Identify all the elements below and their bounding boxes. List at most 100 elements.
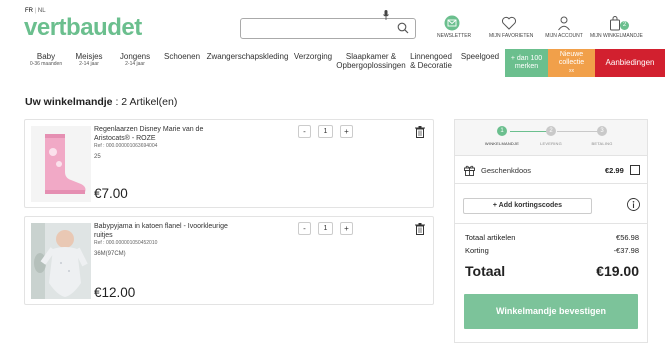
add-discount-code-button[interactable]: + Add kortingscodes (463, 198, 592, 214)
product-image-baby-pyjama[interactable] (31, 223, 91, 299)
nav-label: Speelgoed (460, 52, 500, 61)
product-price: €12.00 (94, 285, 136, 300)
grand-total-row: Totaal €19.00 (465, 263, 639, 279)
logo[interactable]: vertbaudet (24, 14, 142, 42)
trash-icon[interactable] (415, 223, 425, 235)
product-name[interactable]: Regenlaarzen Disney Marie van de Aristoc… (94, 125, 234, 143)
discount-row: Korting -€37.98 (465, 246, 639, 255)
nav-sublabel: 0-36 maanden (29, 61, 63, 67)
checkout-steps: 1 WINKELMANDJE 2 LEVERING 3 BETALING (455, 120, 647, 156)
total-articles-value: €56.98 (616, 233, 639, 242)
nav-item-zwangerschapskleding[interactable]: Zwangerschapskleding (205, 52, 290, 61)
nav-label: Schoenen (163, 52, 201, 61)
nav-label: Baby (36, 52, 56, 61)
main-navigation: Baby 0-36 maanden Meisjes 2-14 jaar Jong… (0, 49, 665, 77)
promo-new-text: Nieuwe collectie (558, 51, 585, 66)
page-title: Uw winkelmandje : 2 Artikel(en) (25, 96, 177, 108)
account-link[interactable]: MIJN ACCOUNT (543, 15, 585, 39)
cart-label: MIJN WINKELMANDJE (590, 33, 643, 39)
nav-item-slaapkamer[interactable]: Slaapkamer & Opbergoplossingen (336, 52, 406, 70)
cart-item: Babypyjama in katoen flanel - Ivoorkleur… (24, 216, 434, 305)
product-name[interactable]: Babypyjama in katoen flanel - Ivoorkleur… (94, 222, 234, 240)
nav-item-schoenen[interactable]: Schoenen (162, 52, 202, 61)
nav-item-linnengoed[interactable]: Linnengoed & Decoratie (407, 52, 455, 70)
account-label: MIJN ACCOUNT (545, 33, 583, 39)
gift-box-checkbox[interactable] (630, 165, 640, 175)
search-input[interactable] (247, 19, 387, 38)
page-title-count: : 2 Artikel(en) (115, 96, 178, 108)
favorites-link[interactable]: MIJN FAVORIETEN (489, 15, 534, 39)
nav-label: Slaapkamer & Opbergoplossingen (336, 52, 406, 70)
newsletter-label: NEWSLETTER (437, 33, 472, 39)
cart-link[interactable]: 2 MIJN WINKELMANDJE (590, 15, 643, 39)
trash-icon[interactable] (415, 126, 425, 138)
nav-promo-new-collection[interactable]: Nieuwe collectie xx (548, 49, 595, 77)
step-label: LEVERING (540, 141, 562, 146)
info-icon[interactable] (627, 198, 640, 211)
grand-total-value: €19.00 (596, 263, 639, 279)
nav-promo-brands[interactable]: + dan 100 merken (505, 49, 548, 77)
step-delivery: 2 LEVERING (526, 126, 576, 146)
product-size: 25 (94, 154, 101, 160)
gift-box-option: Geschenkdoos €2.99 (455, 156, 647, 184)
quantity-stepper: - 1 + (298, 222, 353, 235)
search-icon[interactable] (397, 22, 409, 34)
gift-box-price: €2.99 (605, 166, 624, 175)
quantity-value[interactable]: 1 (318, 222, 333, 235)
nav-promo-deals[interactable]: Aanbiedingen (595, 49, 665, 77)
confirm-cart-button[interactable]: Winkelmandje bevestigen (464, 294, 638, 329)
product-price: €7.00 (94, 186, 128, 201)
total-articles-row: Totaal artikelen €56.98 (465, 233, 639, 242)
newsletter-icon (444, 15, 460, 31)
nav-label: Meisjes (75, 52, 103, 61)
nav-item-speelgoed[interactable]: Speelgoed (459, 52, 501, 61)
order-summary: 1 WINKELMANDJE 2 LEVERING 3 BETALING Ges… (454, 119, 648, 343)
nav-item-verzorging[interactable]: Verzorging (292, 52, 334, 61)
newsletter-link[interactable]: NEWSLETTER (437, 15, 472, 39)
step-payment: 3 BETALING (577, 126, 627, 146)
quantity-decrease-button[interactable]: - (298, 125, 311, 138)
quantity-value[interactable]: 1 (318, 125, 333, 138)
nav-label: Jongens (119, 52, 151, 61)
heart-icon (501, 16, 517, 30)
promo-deals-label: Aanbiedingen (605, 58, 655, 67)
quantity-decrease-button[interactable]: - (298, 222, 311, 235)
promo-brands-label: + dan 100 merken (510, 55, 543, 70)
user-icon (558, 16, 570, 31)
discount-label: Korting (465, 246, 489, 255)
search-box (240, 10, 416, 39)
nav-item-jongens[interactable]: Jongens 2-14 jaar (118, 52, 152, 67)
step-number: 3 (597, 126, 607, 136)
product-image-rain-boots[interactable] (31, 126, 91, 202)
divider (455, 223, 647, 224)
grand-total-label: Totaal (465, 263, 506, 279)
nav-label: Zwangerschapskleding (206, 52, 289, 61)
step-number: 1 (497, 126, 507, 136)
cart-item: Regenlaarzen Disney Marie van de Aristoc… (24, 119, 434, 208)
favorites-label: MIJN FAVORIETEN (489, 33, 534, 39)
microphone-icon[interactable] (383, 10, 389, 20)
quantity-increase-button[interactable]: + (340, 222, 353, 235)
gift-box-label: Geschenkdoos (481, 166, 532, 175)
nav-sublabel: 2-14 jaar (125, 61, 145, 67)
nav-item-meisjes[interactable]: Meisjes 2-14 jaar (73, 52, 105, 67)
product-size: 36M(97CM) (94, 251, 126, 257)
product-ref: Ref : 000.000001050452010 (94, 240, 158, 246)
step-number: 2 (546, 126, 556, 136)
step-label: WINKELMANDJE (484, 141, 520, 146)
nav-label: Linnengoed & Decoratie (410, 52, 452, 70)
step-label: BETALING (591, 141, 613, 146)
product-ref: Ref : 000.000001063694004 (94, 143, 158, 149)
total-articles-label: Totaal artikelen (465, 233, 516, 242)
gift-icon (464, 165, 475, 176)
page-title-main: Uw winkelmandje (25, 96, 113, 108)
cart-count-badge: 2 (620, 21, 629, 30)
step-cart: 1 WINKELMANDJE (477, 126, 527, 146)
promo-new-sub: xx (569, 68, 574, 74)
promo-new-label: Nieuwe collectie xx (548, 51, 595, 75)
nav-sublabel: 2-14 jaar (79, 61, 99, 67)
quantity-increase-button[interactable]: + (340, 125, 353, 138)
discount-value: -€37.98 (613, 246, 639, 255)
nav-label: Verzorging (293, 52, 333, 61)
nav-item-baby[interactable]: Baby 0-36 maanden (28, 52, 64, 67)
